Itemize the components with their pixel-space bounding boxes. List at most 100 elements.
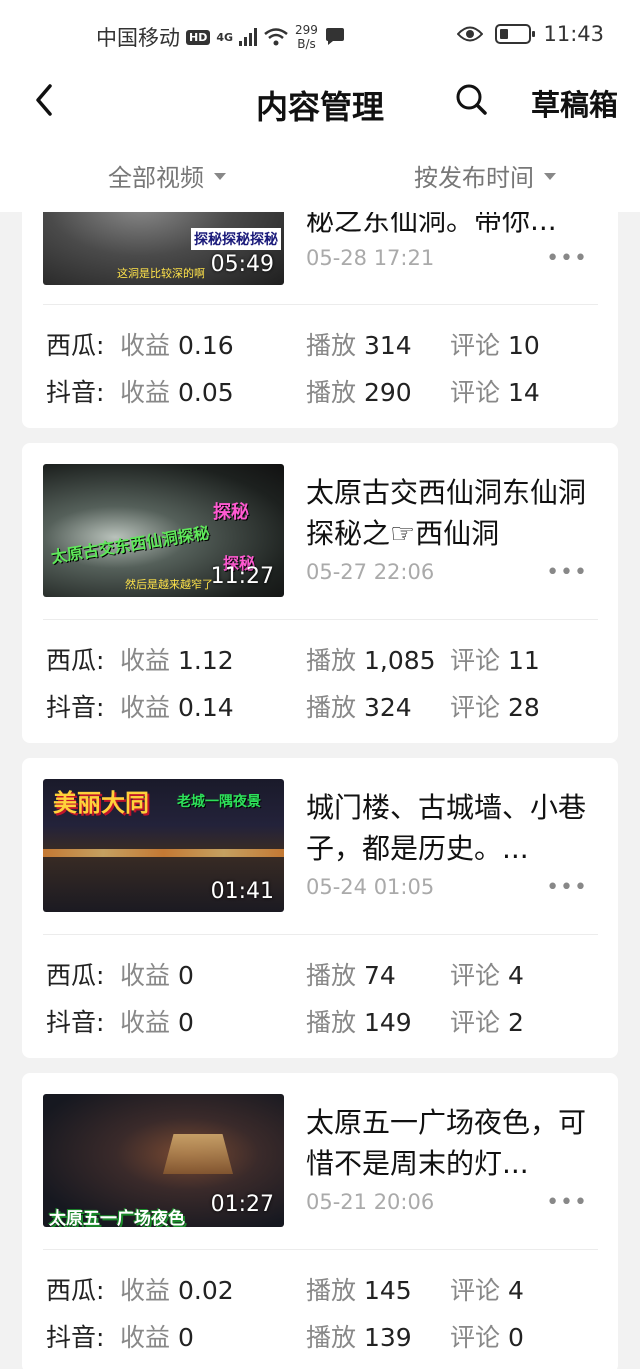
comments-value: 4 — [507, 1276, 524, 1305]
income-value: 0 — [177, 961, 194, 990]
income-value: 1.12 — [177, 646, 234, 675]
signal-icon — [239, 28, 258, 46]
thumbnail-caption: 太原五一广场夜色 — [49, 1209, 185, 1227]
video-thumbnail[interactable]: 太原五一广场夜色 01:27 — [43, 1094, 284, 1227]
comments-label: 评论 — [450, 378, 501, 407]
thumbnail-tag: 探秘 — [213, 502, 249, 523]
drafts-button[interactable]: 草稿箱 — [531, 82, 618, 124]
video-thumbnail[interactable]: 太原古交东西仙洞探秘 探秘 探秘 然后是越来越窄了 11:27 — [43, 464, 284, 597]
platform-label: 西瓜: — [46, 331, 105, 360]
comments-label: 评论 — [450, 961, 501, 990]
net-speed-unit: B/s — [297, 37, 316, 51]
thumbnail-caption: 美丽大同 — [53, 789, 149, 817]
more-options-icon[interactable]: ••• — [546, 560, 588, 585]
video-card[interactable]: 太原古交东西仙洞探秘 探秘 探秘 然后是越来越窄了 11:27 太原古交西仙洞东… — [22, 443, 618, 743]
video-card[interactable]: 探秘探秘探秘 这洞是比较深的啊 05:49 秘之东仙洞。带你... 05-28 … — [22, 180, 618, 428]
video-duration: 01:27 — [210, 1192, 274, 1217]
stats-row-xigua: 西瓜: 收益 0.16 播放 314 评论 10 — [22, 326, 618, 360]
income-value: 0.05 — [177, 378, 234, 407]
video-duration: 11:27 — [210, 564, 274, 589]
stats-row-douyin: 抖音: 收益 0.14 播放 324 评论 28 — [22, 688, 618, 722]
plays-value: 290 — [363, 378, 412, 407]
category-filter[interactable]: 全部视频 — [108, 158, 226, 193]
comments-label: 评论 — [450, 646, 501, 675]
back-icon[interactable] — [26, 80, 66, 120]
comments-value: 28 — [507, 693, 540, 722]
nav-bar: 内容管理 草稿箱 — [0, 70, 640, 132]
income-label: 收益 — [120, 1008, 171, 1037]
platform-label: 抖音: — [46, 378, 105, 407]
clock: 11:43 — [543, 22, 604, 46]
stats-row-douyin: 抖音: 收益 0 播放 139 评论 0 — [22, 1318, 618, 1352]
comments-label: 评论 — [450, 1276, 501, 1305]
video-thumbnail[interactable]: 美丽大同 老城一隅夜景 01:41 — [43, 779, 284, 912]
comments-value: 11 — [507, 646, 540, 675]
stats-row-xigua: 西瓜: 收益 1.12 播放 1,085 评论 11 — [22, 641, 618, 675]
plays-label: 播放 — [306, 646, 357, 675]
platform-label: 抖音: — [46, 693, 105, 722]
plays-label: 播放 — [306, 1323, 357, 1352]
more-options-icon[interactable]: ••• — [546, 1190, 588, 1215]
plays-value: 139 — [363, 1323, 412, 1352]
plays-label: 播放 — [306, 378, 357, 407]
income-label: 收益 — [120, 961, 171, 990]
net-speed-value: 299 — [295, 23, 318, 37]
platform-label: 西瓜: — [46, 961, 105, 990]
divider — [43, 934, 598, 935]
thumbnail-caption: 探秘探秘探秘 — [191, 228, 281, 250]
divider — [43, 619, 598, 620]
comments-value: 2 — [507, 1008, 524, 1037]
income-value: 0 — [177, 1008, 194, 1037]
caret-down-icon — [214, 173, 226, 180]
video-date: 05-24 01:05 — [306, 875, 435, 899]
thumbnail-tag: 老城一隅夜景 — [177, 794, 261, 810]
message-icon — [325, 28, 344, 45]
sort-filter[interactable]: 按发布时间 — [414, 158, 556, 193]
top-header: 中国移动 HD 4G 299 B/s 11:43 内容管理 草稿箱 全部视频 按发… — [0, 0, 640, 212]
plays-value: 145 — [363, 1276, 412, 1305]
network-type: 4G — [216, 30, 234, 44]
video-card[interactable]: 太原五一广场夜色 01:27 太原五一广场夜色，可惜不是周末的灯... 05-2… — [22, 1073, 618, 1369]
stats-row-douyin: 抖音: 收益 0 播放 149 评论 2 — [22, 1003, 618, 1037]
divider — [43, 304, 598, 305]
status-right: 11:43 — [457, 22, 604, 46]
status-bar: 中国移动 HD 4G 299 B/s 11:43 — [0, 0, 640, 70]
income-label: 收益 — [120, 693, 171, 722]
category-filter-label: 全部视频 — [108, 164, 204, 192]
comments-label: 评论 — [450, 331, 501, 360]
income-label: 收益 — [120, 331, 171, 360]
more-options-icon[interactable]: ••• — [546, 875, 588, 900]
video-title: 太原古交西仙洞东仙洞探秘之☞西仙洞 — [306, 476, 587, 550]
plays-value: 1,085 — [363, 646, 436, 675]
income-label: 收益 — [120, 378, 171, 407]
more-options-icon[interactable]: ••• — [546, 246, 588, 271]
comments-value: 14 — [507, 378, 540, 407]
plays-value: 324 — [363, 693, 412, 722]
filter-bar: 全部视频 按发布时间 — [0, 150, 640, 202]
stats-row-xigua: 西瓜: 收益 0 播放 74 评论 4 — [22, 956, 618, 990]
comments-label: 评论 — [450, 1323, 501, 1352]
thumbnail-subtitle: 然后是越来越窄了 — [125, 578, 213, 591]
city-lights — [43, 849, 284, 857]
plays-label: 播放 — [306, 1276, 357, 1305]
drum-tower-illustration — [163, 1134, 233, 1174]
wifi-icon — [264, 28, 288, 46]
income-value: 0.14 — [177, 693, 234, 722]
income-value: 0.16 — [177, 331, 234, 360]
eye-icon — [457, 26, 484, 42]
video-date: 05-27 22:06 — [306, 560, 435, 584]
video-card[interactable]: 美丽大同 老城一隅夜景 01:41 城门楼、古城墙、小巷子，都是历史。... 0… — [22, 758, 618, 1058]
plays-label: 播放 — [306, 961, 357, 990]
comments-value: 4 — [507, 961, 524, 990]
search-icon[interactable] — [452, 80, 492, 120]
video-date: 05-21 20:06 — [306, 1190, 435, 1214]
sort-filter-label: 按发布时间 — [414, 164, 534, 192]
income-label: 收益 — [120, 646, 171, 675]
video-duration: 01:41 — [210, 879, 274, 904]
thumbnail-subtitle: 这洞是比较深的啊 — [117, 267, 205, 280]
platform-label: 抖音: — [46, 1323, 105, 1352]
income-value: 0 — [177, 1323, 194, 1352]
video-date: 05-28 17:21 — [306, 246, 435, 270]
status-left: 中国移动 HD 4G 299 B/s — [96, 22, 346, 52]
plays-label: 播放 — [306, 1008, 357, 1037]
